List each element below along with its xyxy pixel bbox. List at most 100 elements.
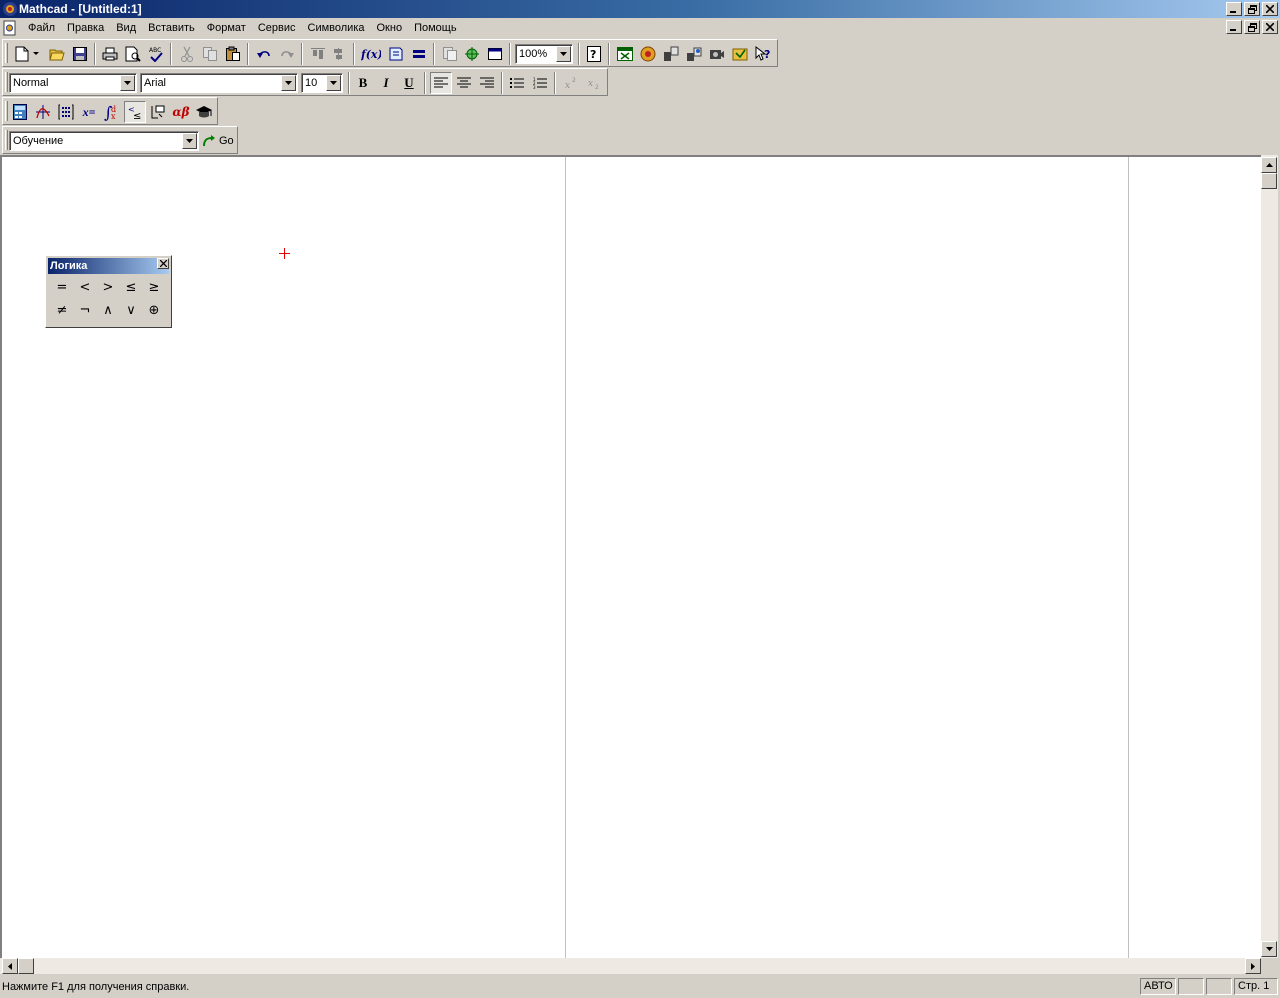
toolbar-grip[interactable] [5,72,8,92]
numbering-button[interactable]: 123 [529,72,551,94]
align-left-button[interactable] [430,72,452,94]
menu-item[interactable]: Файл [22,18,61,38]
menu-item[interactable]: Вставить [142,18,201,38]
print-button[interactable] [99,43,121,65]
toolbar-grip[interactable] [5,43,8,63]
quicksheets-icon[interactable] [729,43,751,65]
close-button[interactable] [1262,2,1278,16]
worksheet-area[interactable] [0,155,1261,960]
vertical-scroll-thumb[interactable] [1261,173,1277,189]
menu-item[interactable]: Сервис [252,18,302,38]
open-button[interactable] [46,43,68,65]
toolbar-grip[interactable] [5,101,8,121]
graph-toolbar-button[interactable] [32,101,54,123]
new-dropdown-arrow-icon[interactable] [31,43,41,65]
less-equal-button[interactable]: ≤ [120,276,142,298]
boolean-toolbar-button[interactable]: < ≤ [124,101,146,123]
matrix-toolbar-button[interactable] [55,101,77,123]
italic-button[interactable]: I [375,72,397,94]
palette-title[interactable]: Логика [48,258,169,274]
align-across-button[interactable] [328,43,350,65]
menu-item[interactable]: Правка [61,18,110,38]
vertical-scrollbar[interactable] [1261,155,1278,958]
chevron-down-icon[interactable] [556,46,571,62]
restore-button[interactable] [1244,2,1260,16]
toolbar-grip[interactable] [5,130,8,150]
collaboratory-icon[interactable] [660,43,682,65]
align-center-button[interactable] [453,72,475,94]
font-size-combo[interactable]: 10 [301,73,343,93]
redo-button[interactable] [276,43,298,65]
minimize-button[interactable] [1226,2,1242,16]
doc-restore-button[interactable] [1244,20,1260,34]
scroll-up-icon[interactable] [1261,157,1277,173]
resources-combo[interactable]: Обучение [9,131,199,151]
underline-button[interactable]: U [398,72,420,94]
doc-minimize-button[interactable] [1226,20,1242,34]
menu-item[interactable]: Формат [201,18,252,38]
new-document-button[interactable] [11,43,33,65]
superscript-button[interactable]: x2 [560,72,582,94]
chevron-down-icon[interactable] [281,75,296,91]
not-button[interactable]: ¬ [74,299,96,321]
horizontal-scroll-thumb[interactable] [18,958,34,974]
symbolic-toolbar-button[interactable] [193,101,215,123]
style-combo[interactable]: Normal [9,73,137,93]
undo-button[interactable] [253,43,275,65]
zoom-combo[interactable]: 100% [515,44,573,64]
greek-toolbar-button[interactable]: αβ [170,101,192,123]
bold-button[interactable]: B [352,72,374,94]
menu-item[interactable]: Вид [110,18,142,38]
document-control-icon[interactable] [2,20,18,36]
or-button[interactable]: ∨ [120,299,142,321]
calculate-button[interactable] [408,43,430,65]
print-preview-button[interactable] [122,43,144,65]
insert-hyperlink-button[interactable] [439,43,461,65]
save-button[interactable] [69,43,91,65]
menu-item[interactable]: Помощь [408,18,463,38]
align-right-button[interactable] [476,72,498,94]
less-than-button[interactable]: < [74,276,96,298]
insert-function-button[interactable]: f(x) [360,43,382,65]
horizontal-scrollbar[interactable] [0,958,1261,974]
insert-unit-button[interactable] [385,43,407,65]
subscript-button[interactable]: x2 [583,72,605,94]
calculus-toolbar-button[interactable]: ∫ d x [101,101,123,123]
menu-item[interactable]: Символика [302,18,371,38]
cut-button[interactable] [176,43,198,65]
greater-equal-button[interactable]: ≥ [143,276,165,298]
calculator-toolbar-button[interactable] [9,101,31,123]
online-resources-icon[interactable] [683,43,705,65]
go-button[interactable]: Go [202,130,236,152]
camera-icon[interactable] [706,43,728,65]
and-button[interactable]: ∧ [97,299,119,321]
programming-toolbar-button[interactable] [147,101,169,123]
chevron-down-icon[interactable] [326,75,341,91]
help-button[interactable]: ? [583,43,605,65]
copy-button[interactable] [199,43,221,65]
chevron-down-icon[interactable] [182,133,197,149]
font-combo[interactable]: Arial [140,73,298,93]
resource-center-icon[interactable] [637,43,659,65]
mathcad-app-icon[interactable] [2,1,18,17]
xor-button[interactable]: ⊕ [143,299,165,321]
spell-check-button[interactable]: ABC [145,43,167,65]
chevron-down-icon[interactable] [120,75,135,91]
paste-button[interactable] [222,43,244,65]
doc-close-button[interactable] [1262,20,1278,34]
greater-than-button[interactable]: > [97,276,119,298]
menu-item[interactable]: Окно [371,18,409,38]
evaluation-toolbar-button[interactable]: x= [78,101,100,123]
excel-icon[interactable] [614,43,636,65]
equal-button[interactable]: = [51,276,73,298]
not-equal-button[interactable]: ≠ [51,299,73,321]
scroll-left-icon[interactable] [2,958,18,974]
bullets-button[interactable] [506,72,528,94]
align-top-button[interactable] [307,43,329,65]
scroll-right-icon[interactable] [1245,958,1261,974]
context-help-icon[interactable]: ? [752,43,774,65]
component-wizard-button[interactable] [461,43,483,65]
palette-close-icon[interactable] [157,258,169,269]
insert-component-button[interactable] [484,43,506,65]
scroll-down-icon[interactable] [1261,941,1277,957]
